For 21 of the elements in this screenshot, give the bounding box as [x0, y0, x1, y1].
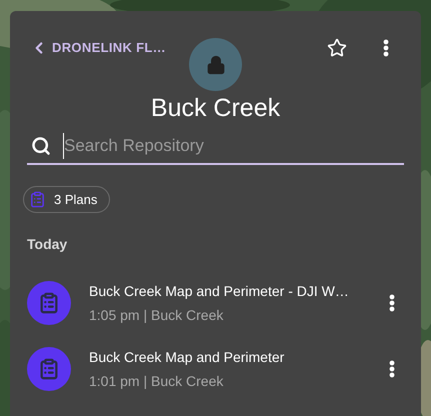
repository-title: Buck Creek: [150, 93, 282, 123]
lock-icon: [206, 54, 226, 74]
plan-subtitle: 1:01 pm | Buck Creek: [89, 372, 224, 391]
plan-title: Buck Creek Map and Perimeter - DJI W…: [89, 282, 350, 301]
more-icon: [389, 360, 395, 378]
search-field[interactable]: Search Repository: [63, 133, 404, 158]
search-icon: [31, 136, 51, 156]
plan-subtitle: 1:05 pm | Buck Creek: [89, 306, 224, 325]
back-button[interactable]: DRONELINK FL…: [30, 38, 166, 58]
clipboard-icon: [38, 292, 60, 314]
clipboard-icon: [38, 358, 60, 380]
favorite-button[interactable]: [327, 38, 347, 58]
section-heading: Today: [26, 234, 68, 254]
plan-item[interactable]: Buck Creek Map and Perimeter - DJI W… 1:05 pm | Buck Creek: [10, 280, 421, 326]
more-icon: [383, 39, 389, 57]
plan-title: Buck Creek Map and Perimeter: [89, 348, 286, 367]
plan-item[interactable]: Buck Creek Map and Perimeter 1:01 pm | Buck Creek: [10, 346, 421, 392]
plans-count: 3 Plans: [54, 190, 98, 208]
more-icon: [389, 294, 395, 312]
star-icon: [327, 38, 347, 58]
clipboard-icon: [29, 190, 46, 208]
